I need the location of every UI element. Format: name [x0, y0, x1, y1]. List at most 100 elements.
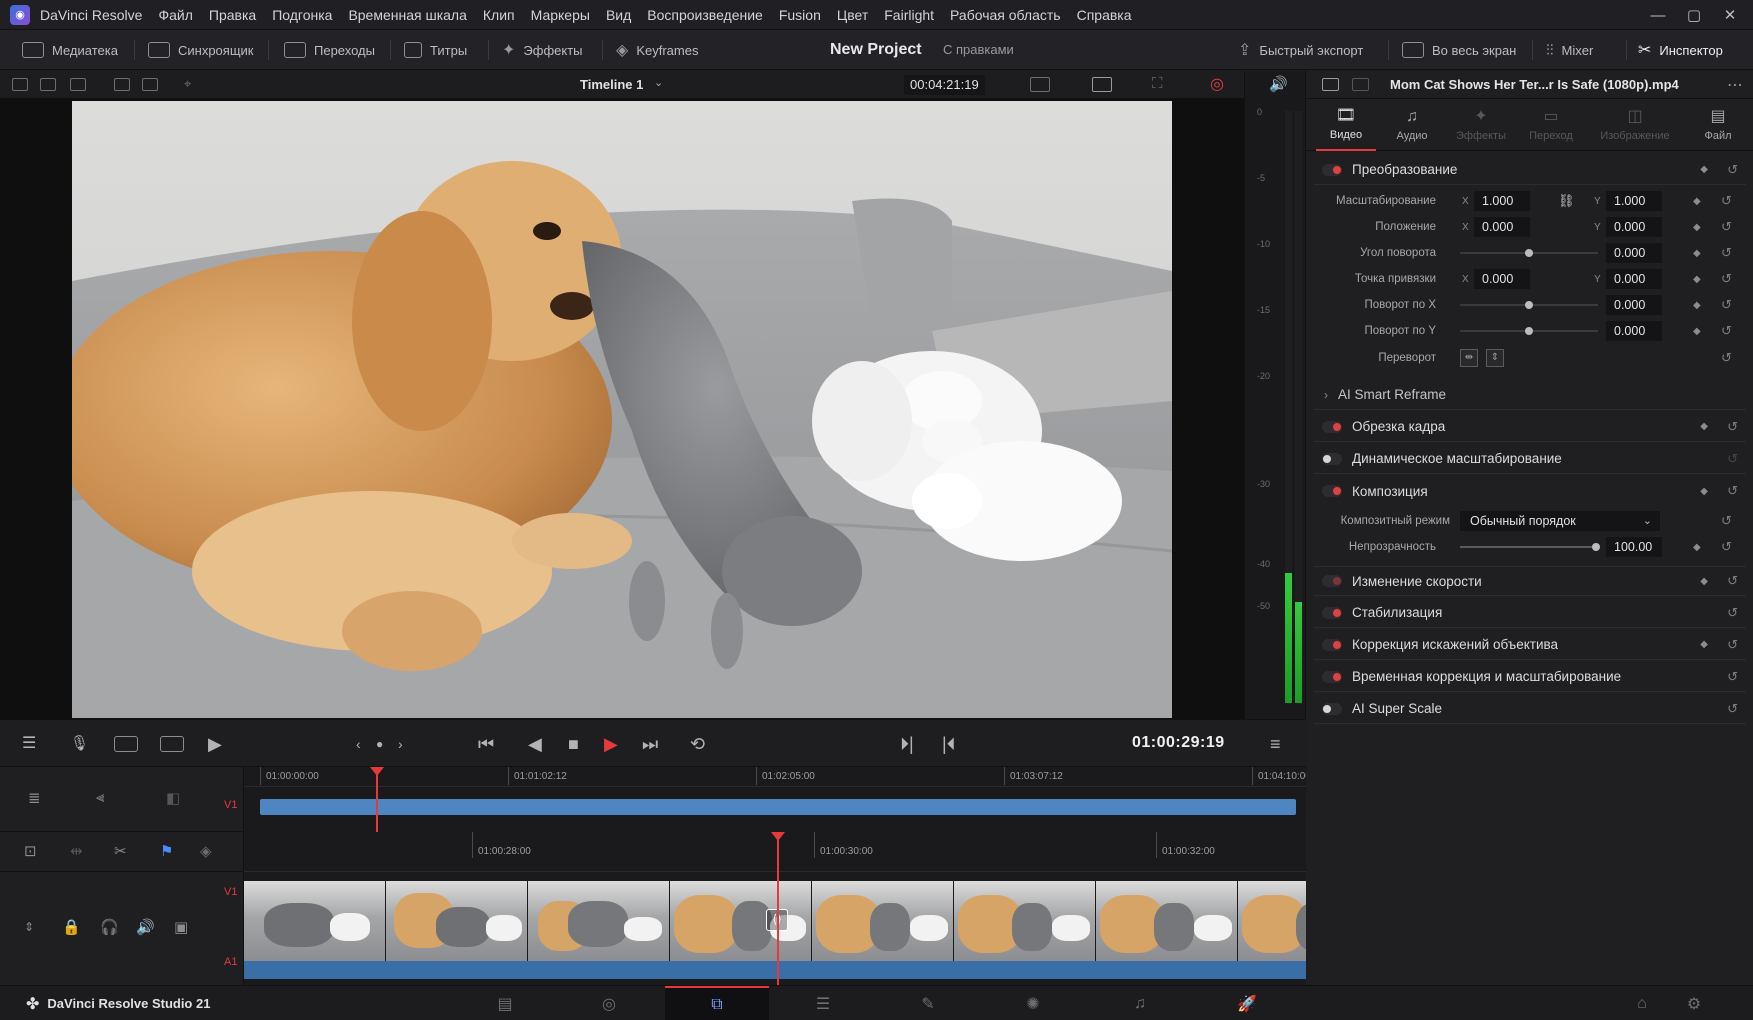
microphone-icon[interactable]: 🎙	[70, 734, 89, 754]
ripple-icon[interactable]: ◧	[166, 789, 180, 807]
keyframe-icon[interactable]: ◆	[1700, 421, 1708, 432]
edit-point-icon[interactable]: ●	[376, 734, 383, 754]
reset-icon[interactable]: ↺	[1727, 451, 1738, 467]
stabilization-section[interactable]: Стабилизация ↺	[1314, 598, 1746, 628]
effects-button[interactable]: ✦ Эффекты	[502, 30, 583, 70]
options-menu-icon[interactable]: ≡	[1270, 734, 1281, 754]
home-icon[interactable]: ⌂	[1612, 986, 1672, 1020]
reset-icon[interactable]: ↺	[1727, 419, 1738, 435]
flip-vertical-icon[interactable]: ⇕	[1486, 349, 1504, 367]
keyframe-icon[interactable]: ◆	[1700, 639, 1708, 650]
inspector-button[interactable]: ✂ Инспектор	[1638, 30, 1723, 70]
flip-horizontal-icon[interactable]: ⇹	[1460, 349, 1478, 367]
pitch-field[interactable]: 0.000	[1606, 295, 1662, 315]
color-wheel-icon[interactable]: ◎	[1210, 74, 1224, 94]
reset-icon[interactable]: ↺	[1721, 193, 1732, 209]
tab-audio[interactable]: ♫ Аудио	[1382, 99, 1442, 151]
overview-playhead[interactable]	[376, 775, 378, 832]
reset-icon[interactable]: ↺	[1727, 701, 1738, 717]
color-page-icon[interactable]: ✎	[876, 986, 980, 1020]
retime-section[interactable]: Временная коррекция и масштабирование ↺	[1314, 662, 1746, 692]
overview-ruler[interactable]: 01:00:00:00 01:01:02:12 01:02:05:00 01:0…	[244, 767, 1312, 787]
sync-bin-button[interactable]: Синхроящик	[148, 30, 253, 70]
close-icon[interactable]: ✕	[1712, 0, 1748, 30]
minimize-icon[interactable]: —	[1640, 0, 1676, 30]
keyframe-icon[interactable]: ◆	[1693, 222, 1701, 233]
media-pool-button[interactable]: Медиатека	[22, 30, 118, 70]
keyframe-icon[interactable]: ◆	[1700, 576, 1708, 587]
reset-icon[interactable]: ↺	[1727, 162, 1738, 178]
fullscreen-button[interactable]: Во весь экран	[1402, 30, 1516, 70]
lens-correction-section[interactable]: Коррекция искажений объектива ◆ ↺	[1314, 630, 1746, 660]
maximize-icon[interactable]: ▢	[1676, 0, 1712, 30]
reset-icon[interactable]: ↺	[1721, 297, 1732, 313]
grid-icon[interactable]	[114, 78, 130, 91]
timeline-options-icon[interactable]: ≣	[28, 789, 41, 807]
tab-file[interactable]: ▤ Файл	[1690, 99, 1746, 151]
viewer-mode-icon[interactable]	[1030, 77, 1050, 92]
rotation-field[interactable]: 0.000	[1606, 243, 1662, 263]
link-icon[interactable]: ◈	[200, 842, 212, 860]
more-options-icon[interactable]: ⋯	[1727, 75, 1743, 95]
chevron-down-icon[interactable]: ⌄	[654, 76, 663, 89]
layout-icon[interactable]	[12, 78, 28, 91]
zoom-y-field[interactable]: 1.000	[1606, 191, 1662, 211]
clip-settings-icon[interactable]: ☰	[22, 734, 36, 754]
reset-icon[interactable]: ↺	[1721, 539, 1732, 555]
media-page-icon[interactable]: ▤	[453, 986, 557, 1020]
snapping-icon[interactable]: ⊡	[24, 842, 37, 860]
mute-icon[interactable]: 🔊	[136, 918, 155, 936]
mixer-button[interactable]: ⫶⫶ Mixer	[1546, 30, 1593, 70]
transform-toggle[interactable]	[1322, 163, 1342, 176]
transform-section[interactable]: Преобразование ◆ ↺	[1314, 155, 1746, 185]
loop-icon[interactable]: ⟲	[690, 734, 705, 754]
menu-playback[interactable]: Воспроизведение	[639, 7, 771, 23]
yaw-field[interactable]: 0.000	[1606, 321, 1662, 341]
video-frame[interactable]	[72, 101, 1172, 718]
transform-tool-icon[interactable]: ⛶	[1152, 75, 1163, 92]
detail-playhead[interactable]	[777, 840, 779, 985]
composite-mode-select[interactable]: Обычный порядок ⌄	[1460, 511, 1660, 531]
settings-gear-icon[interactable]: ⚙	[1664, 986, 1724, 1020]
cut-page-icon[interactable]: ◎	[557, 986, 661, 1020]
viewer-timecode[interactable]: 00:04:21:19	[904, 75, 985, 95]
mark-out-icon[interactable]: |⏴	[942, 734, 956, 754]
dynamic-zoom-section[interactable]: Динамическое масштабирование ↺	[1314, 444, 1746, 474]
track-height-icon[interactable]: ⇕	[24, 920, 34, 934]
speed-change-section[interactable]: Изменение скорости ◆ ↺	[1314, 566, 1746, 596]
strip-icon[interactable]	[142, 78, 158, 91]
keyframe-icon[interactable]: ◆	[1693, 196, 1701, 207]
position-x-field[interactable]: 0.000	[1474, 217, 1530, 237]
reset-icon[interactable]: ↺	[1727, 483, 1738, 499]
track-options-icon[interactable]: ⫷	[96, 789, 104, 806]
reset-icon[interactable]: ↺	[1721, 513, 1732, 529]
cropping-toggle[interactable]	[1322, 420, 1342, 433]
prev-edit-icon[interactable]: ‹	[356, 734, 361, 754]
cropping-section[interactable]: Обрезка кадра ◆ ↺	[1314, 412, 1746, 442]
menu-fairlight[interactable]: Fairlight	[876, 7, 942, 23]
yaw-slider[interactable]	[1460, 327, 1598, 335]
stop-icon[interactable]: ■	[568, 734, 579, 754]
menu-help[interactable]: Справка	[1069, 7, 1140, 23]
keyframe-icon[interactable]: ◆	[1693, 300, 1701, 311]
anchor-y-field[interactable]: 0.000	[1606, 269, 1662, 289]
audio-page-icon[interactable]: ♫	[1088, 986, 1192, 1020]
keyframe-icon[interactable]: ◆	[1700, 486, 1708, 497]
smart-reframe-section[interactable]: › AI Smart Reframe	[1314, 380, 1746, 410]
clip-icon[interactable]	[1322, 78, 1339, 91]
chevron-right-icon[interactable]: ›	[1324, 388, 1328, 402]
titles-button[interactable]: Титры	[404, 30, 467, 70]
layout-icon-3[interactable]	[70, 78, 86, 91]
keyframe-icon[interactable]: ◆	[1693, 542, 1701, 553]
split-view-icon[interactable]	[1352, 78, 1369, 91]
dynamic-zoom-toggle[interactable]	[1322, 452, 1342, 465]
reverse-icon[interactable]: ◀	[528, 734, 542, 754]
keyframe-icon[interactable]: ◆	[1700, 164, 1708, 175]
anchor-x-field[interactable]: 0.000	[1474, 269, 1530, 289]
poi-add-icon[interactable]	[160, 736, 184, 752]
tab-video[interactable]: 🎞 Видео	[1316, 99, 1376, 151]
marker-flag-icon[interactable]: ⚑	[160, 842, 173, 860]
transport-timecode[interactable]: 01:00:29:19	[1132, 734, 1225, 752]
menu-fusion[interactable]: Fusion	[771, 7, 829, 23]
reset-icon[interactable]: ↺	[1727, 669, 1738, 685]
